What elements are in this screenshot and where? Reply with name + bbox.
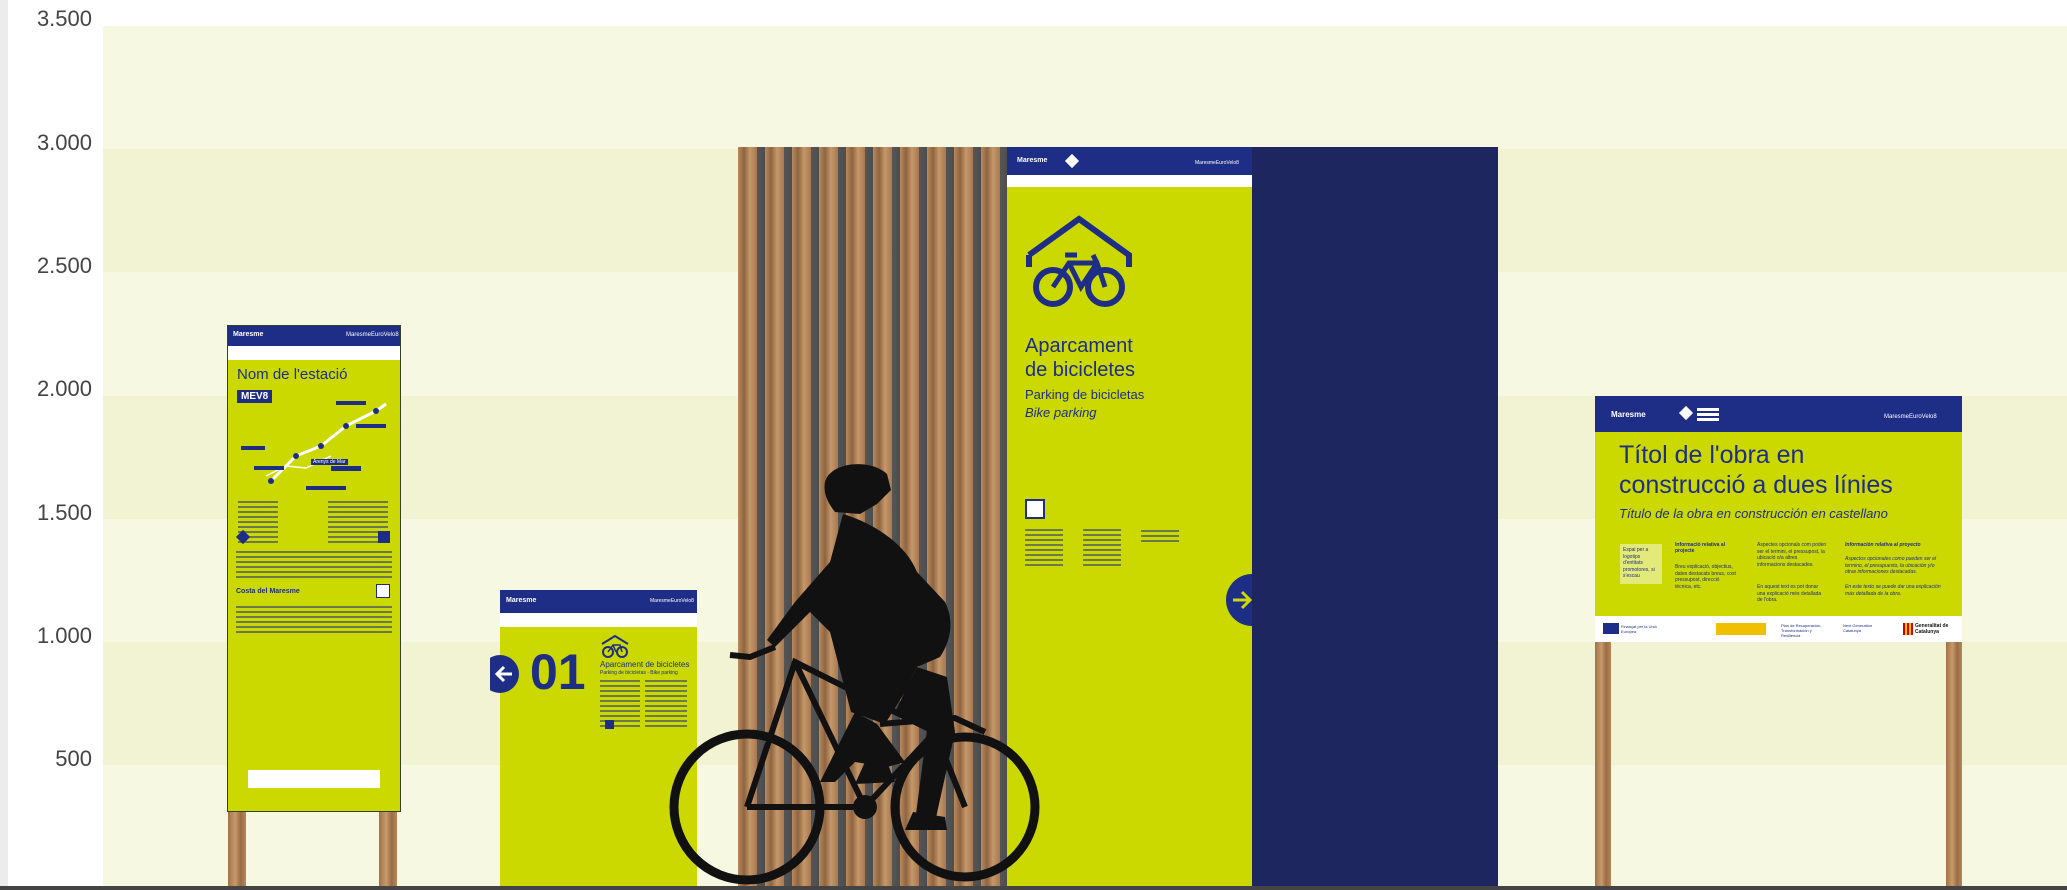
panel-post-left bbox=[1595, 640, 1611, 890]
eu-flag-icon bbox=[1603, 623, 1619, 634]
col1-heading: Informació relativa al projecte bbox=[1675, 542, 1726, 554]
col2-text: Aspectes opcionals com poden ser el term… bbox=[1757, 542, 1827, 568]
text-block bbox=[1083, 529, 1121, 569]
header-brand: Maresme bbox=[506, 597, 537, 604]
col3-text: Aspectos opcionales como pueden ser el t… bbox=[1845, 556, 1937, 575]
col1-text: Breu explicació, objectius, dates destac… bbox=[1675, 564, 1736, 590]
y-tick-label: 1.500 bbox=[36, 500, 92, 525]
wide-panel-title-line2: construcció a dues línies bbox=[1619, 471, 1893, 499]
panel-post-left bbox=[228, 808, 246, 890]
panel-number: 01 bbox=[530, 644, 586, 700]
text-block bbox=[236, 606, 392, 636]
header-right-brand: MaresmeEuroVelo8 bbox=[346, 332, 399, 338]
logo-strip bbox=[228, 346, 400, 360]
y-tick-label: 3.000 bbox=[36, 130, 92, 155]
col3-heading: Información relativa al proyecto bbox=[1845, 542, 1921, 548]
station-panel: Maresme MaresmeEuroVelo8 Nom de l'estaci… bbox=[227, 325, 401, 812]
y-tick-label: 2.500 bbox=[36, 253, 92, 278]
qr-code-icon bbox=[376, 584, 390, 598]
header-right-brand: MaresmeEuroVelo8 bbox=[1884, 414, 1937, 420]
qr-code-icon bbox=[378, 531, 390, 543]
brand-lines-icon bbox=[1697, 408, 1719, 411]
tall-panel-subtitle-es: Parking de bicicletas bbox=[1025, 387, 1145, 402]
header-brand: Maresme bbox=[233, 331, 264, 338]
y-tick-label: 2.000 bbox=[36, 376, 92, 401]
header-brand: Maresme bbox=[1017, 157, 1048, 164]
qr-code-icon bbox=[605, 720, 614, 729]
y-tick-label: 500 bbox=[55, 746, 92, 771]
bicycle-icon bbox=[601, 634, 629, 658]
cyclist-silhouette bbox=[669, 464, 1040, 885]
elevation-drawing: 3.500 3.000 2.500 2.000 1.500 1.000 500 … bbox=[0, 0, 2067, 890]
funding-logo-strip: Finançat per la Unió Europea Plan de Rec… bbox=[1595, 616, 1962, 642]
wide-panel-subtitle: Título de la obra en construcción en cas… bbox=[1619, 506, 1888, 521]
tall-panel-title-line2: de bicicletes bbox=[1025, 359, 1136, 381]
plan-logo bbox=[1716, 623, 1766, 635]
arrow-right-icon bbox=[1226, 574, 1253, 626]
sponsor-logos bbox=[248, 770, 380, 788]
station-title: Nom de l'estació bbox=[237, 366, 348, 383]
text-block bbox=[236, 551, 392, 579]
y-tick-label: 3.500 bbox=[36, 6, 92, 31]
arrow-left-icon bbox=[490, 655, 519, 693]
route-map bbox=[241, 401, 387, 490]
map-label: Arenys de Mar bbox=[311, 459, 348, 465]
dark-panel bbox=[1252, 147, 1498, 890]
tall-panel-title-line1: Aparcament bbox=[1025, 335, 1133, 357]
header-right-brand: MaresmeEuroVelo8 bbox=[1195, 160, 1239, 166]
gencat-flag-icon bbox=[1903, 623, 1913, 635]
tall-panel-subtitle-en: Bike parking bbox=[1025, 405, 1097, 420]
bicycle-parking-icon bbox=[1026, 215, 1132, 307]
header-brand: Maresme bbox=[1611, 410, 1646, 419]
wide-panel-title-line1: Títol de l'obra en bbox=[1619, 441, 1805, 469]
panel-post-right bbox=[379, 808, 397, 890]
col3-text-detail: En este texto se puede dar una explicaci… bbox=[1845, 584, 1941, 597]
col2-text-detail: En aquest text es pot donar una explicac… bbox=[1757, 584, 1822, 603]
footer-logo: Costa del Maresme bbox=[236, 588, 300, 595]
y-tick-label: 1.000 bbox=[36, 623, 92, 648]
text-block bbox=[1141, 530, 1179, 542]
ground-line bbox=[0, 886, 2067, 890]
wide-panel: Maresme MaresmeEuroVelo8 Títol de l'obra… bbox=[1595, 396, 1962, 642]
logo-placeholder-box: Espai per a logotips d'entitats promotor… bbox=[1620, 544, 1662, 584]
logo-strip bbox=[1007, 175, 1252, 187]
panel-post-right bbox=[1946, 640, 1962, 890]
